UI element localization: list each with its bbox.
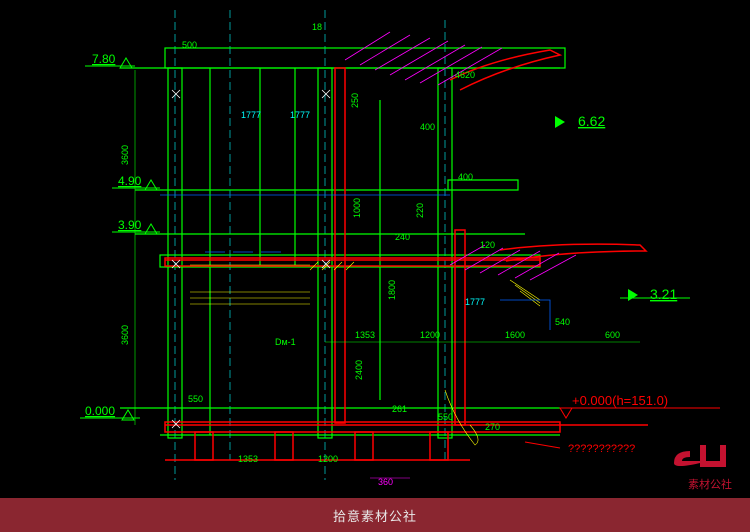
logo-subtext: 素材公社 bbox=[672, 476, 732, 492]
svg-text:540: 540 bbox=[555, 317, 570, 327]
svg-text:3.21: 3.21 bbox=[650, 286, 677, 302]
footer-bar: 拾意素材公社 bbox=[0, 498, 750, 532]
svg-text:3600: 3600 bbox=[120, 145, 130, 165]
svg-text:220: 220 bbox=[415, 203, 425, 218]
svg-text:4620: 4620 bbox=[455, 70, 475, 80]
elev-datum: +0.000(h=151.0) bbox=[560, 393, 720, 418]
svg-text:240: 240 bbox=[395, 232, 410, 242]
svg-text:120: 120 bbox=[480, 240, 495, 250]
svg-text:1000: 1000 bbox=[352, 198, 362, 218]
elev-4-90: 4.90 bbox=[112, 174, 160, 190]
logo-main bbox=[672, 443, 732, 476]
svg-text:1777: 1777 bbox=[241, 110, 261, 120]
svg-text:250: 250 bbox=[350, 93, 360, 108]
elev-zero: 0.000 bbox=[80, 404, 140, 420]
svg-text:1777: 1777 bbox=[465, 297, 485, 307]
svg-text:3600: 3600 bbox=[120, 325, 130, 345]
svg-text:1200: 1200 bbox=[318, 454, 338, 464]
svg-text:1777: 1777 bbox=[290, 110, 310, 120]
svg-text:1353: 1353 bbox=[355, 330, 375, 340]
elev-6-62: 6.62 bbox=[555, 113, 605, 129]
svg-text:500: 500 bbox=[182, 40, 197, 50]
detail-yellow bbox=[190, 262, 540, 445]
svg-text:3.90: 3.90 bbox=[118, 218, 142, 232]
svg-text:550: 550 bbox=[438, 412, 453, 422]
cad-drawing-canvas: 7.80 4.90 3.90 0.000 6.62 3.21 +0. bbox=[0, 0, 750, 498]
svg-text:???????????: ??????????? bbox=[568, 443, 635, 455]
joints-white bbox=[172, 90, 330, 428]
svg-text:1200: 1200 bbox=[420, 330, 440, 340]
svg-text:1800: 1800 bbox=[387, 280, 397, 300]
svg-text:400: 400 bbox=[458, 172, 473, 182]
svg-text:1353: 1353 bbox=[238, 454, 258, 464]
svg-text:4.90: 4.90 bbox=[118, 174, 142, 188]
structure-green bbox=[120, 48, 565, 438]
svg-text:400: 400 bbox=[420, 122, 435, 132]
svg-text:270: 270 bbox=[485, 422, 500, 432]
elev-7-80: 7.80 bbox=[85, 52, 135, 68]
svg-text:1600: 1600 bbox=[505, 330, 525, 340]
svg-text:+0.000(h=151.0): +0.000(h=151.0) bbox=[572, 393, 668, 408]
svg-text:18: 18 bbox=[312, 22, 322, 32]
svg-text:7.80: 7.80 bbox=[92, 52, 116, 66]
elev-3-21: 3.21 bbox=[620, 286, 690, 302]
svg-text:360: 360 bbox=[378, 477, 393, 487]
svg-text:6.62: 6.62 bbox=[578, 113, 605, 129]
svg-text:261: 261 bbox=[392, 404, 407, 414]
svg-text:Dм-1: Dм-1 bbox=[275, 337, 296, 347]
footer-text: 拾意素材公社 bbox=[333, 506, 417, 525]
svg-text:0.000: 0.000 bbox=[85, 404, 115, 418]
svg-text:550: 550 bbox=[188, 394, 203, 404]
elev-3-90: 3.90 bbox=[112, 218, 160, 234]
svg-text:2400: 2400 bbox=[354, 360, 364, 380]
svg-text:600: 600 bbox=[605, 330, 620, 340]
watermark-logo: 素材公社 bbox=[672, 443, 732, 492]
